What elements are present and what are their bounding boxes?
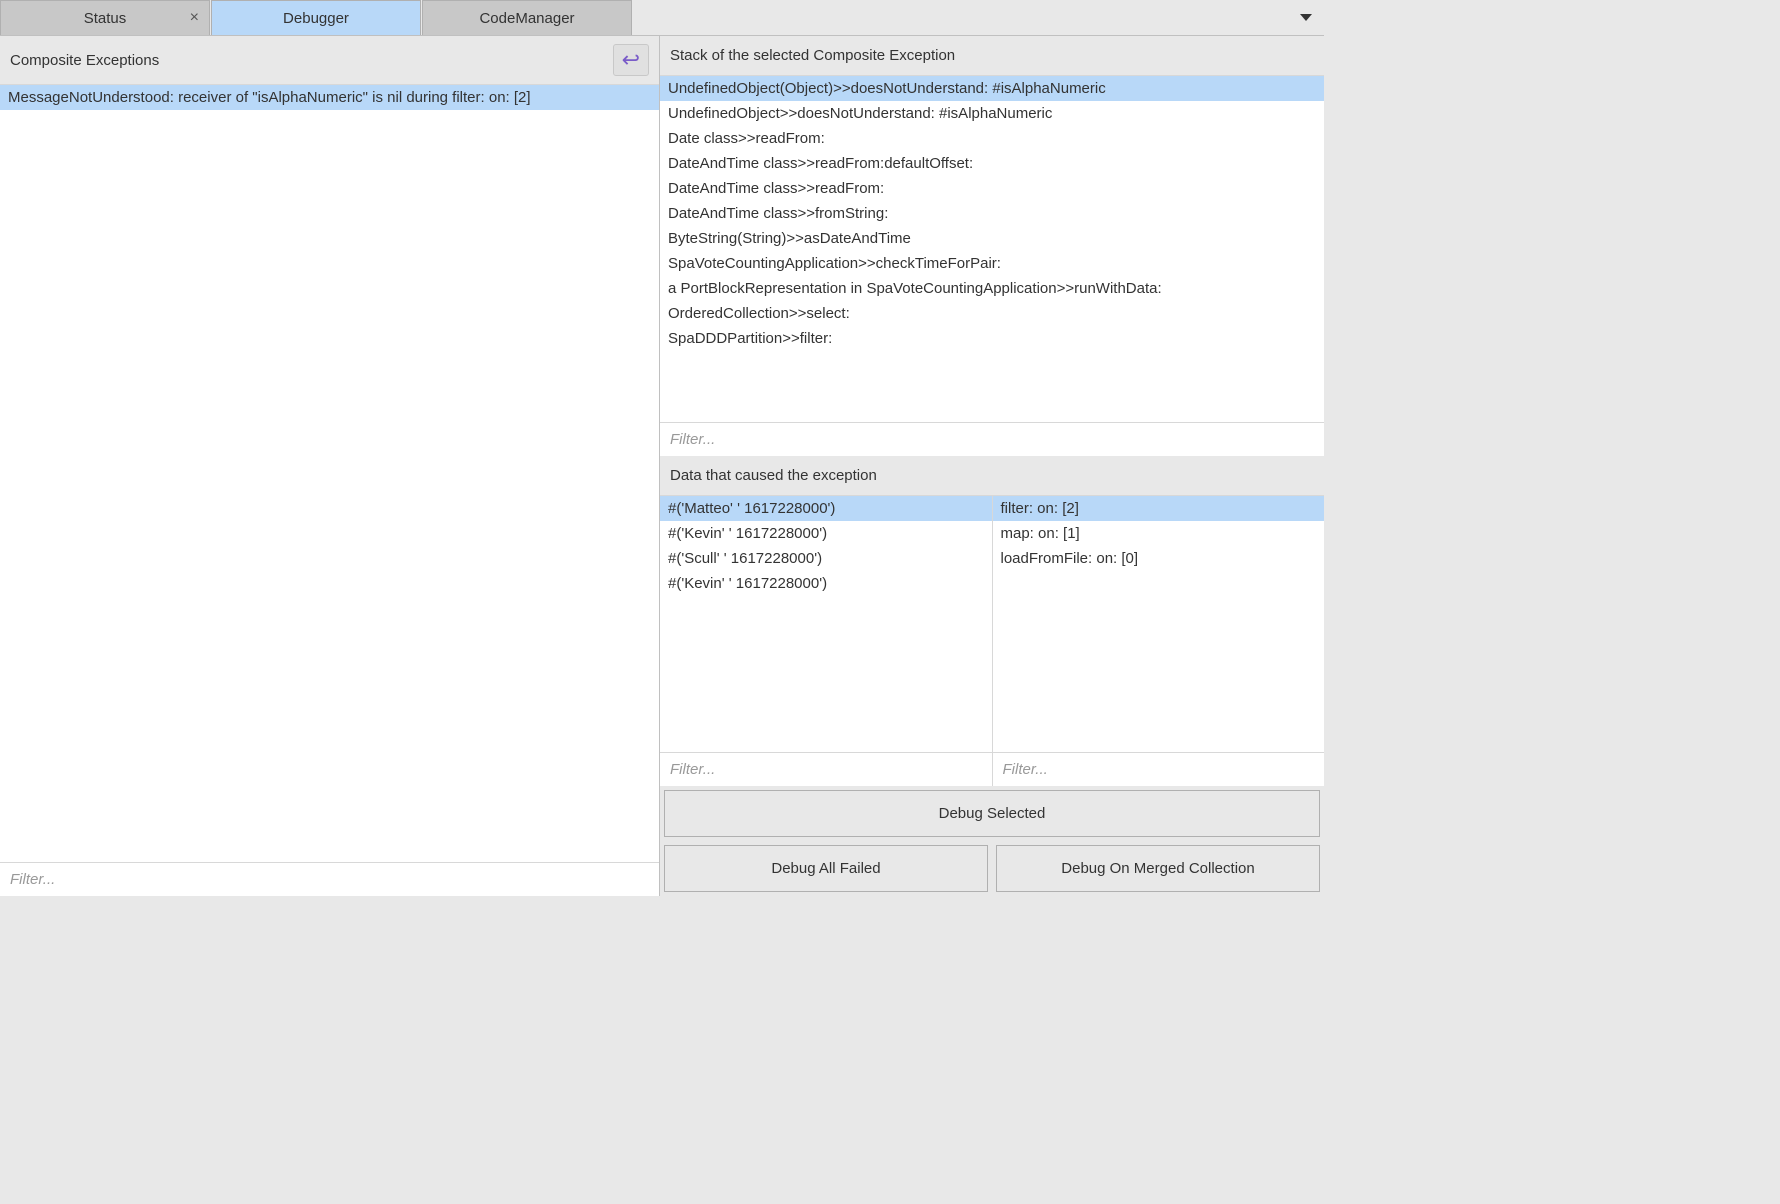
list-item[interactable]: DateAndTime class>>readFrom:defaultOffse…: [660, 151, 1324, 176]
list-item[interactable]: DateAndTime class>>fromString:: [660, 201, 1324, 226]
list-item[interactable]: MessageNotUnderstood: receiver of "isAlp…: [0, 85, 659, 110]
tab-codemanager[interactable]: CodeManager: [422, 0, 632, 35]
list-item[interactable]: ByteString(String)>>asDateAndTime: [660, 226, 1324, 251]
tab-status[interactable]: Status ×: [0, 0, 210, 35]
list-item[interactable]: SpaDDDPartition>>filter:: [660, 326, 1324, 351]
back-icon[interactable]: ↩: [613, 44, 649, 76]
list-item[interactable]: SpaVoteCountingApplication>>checkTimeFor…: [660, 251, 1324, 276]
panel-title: Data that caused the exception: [670, 467, 877, 484]
panel-header: Stack of the selected Composite Exceptio…: [660, 36, 1324, 76]
tabs-menu-button[interactable]: [1300, 0, 1324, 35]
exceptions-list: MessageNotUnderstood: receiver of "isAlp…: [0, 85, 659, 862]
data-right-column: filter: on: [2] map: on: [1] loadFromFil…: [993, 496, 1325, 786]
list-item[interactable]: OrderedCollection>>select:: [660, 301, 1324, 326]
data-section: Data that caused the exception #('Matteo…: [660, 456, 1324, 786]
stack-section: Stack of the selected Composite Exceptio…: [660, 36, 1324, 456]
list-item[interactable]: loadFromFile: on: [0]: [993, 546, 1325, 571]
list-item[interactable]: filter: on: [2]: [993, 496, 1325, 521]
list-item[interactable]: Date class>>readFrom:: [660, 126, 1324, 151]
list-item[interactable]: #('Kevin' ' 1617228000'): [660, 521, 992, 546]
list-item[interactable]: DateAndTime class>>readFrom:: [660, 176, 1324, 201]
close-icon[interactable]: ×: [190, 9, 199, 27]
data-left-column: #('Matteo' ' 1617228000') #('Kevin' ' 16…: [660, 496, 993, 786]
panel-header: Data that caused the exception: [660, 456, 1324, 496]
filter-input[interactable]: [660, 752, 992, 786]
filter-input[interactable]: [993, 752, 1325, 786]
list-item[interactable]: #('Kevin' ' 1617228000'): [660, 571, 992, 596]
filter-input[interactable]: [660, 422, 1324, 456]
list-item[interactable]: #('Matteo' ' 1617228000'): [660, 496, 992, 521]
filter-input[interactable]: [0, 862, 659, 896]
list-item[interactable]: UndefinedObject>>doesNotUnderstand: #isA…: [660, 101, 1324, 126]
list-item[interactable]: UndefinedObject(Object)>>doesNotUndersta…: [660, 76, 1324, 101]
panel-header: Composite Exceptions ↩: [0, 36, 659, 85]
list-item[interactable]: map: on: [1]: [993, 521, 1325, 546]
chevron-down-icon: [1300, 14, 1312, 21]
debug-merged-button[interactable]: Debug On Merged Collection: [996, 845, 1320, 892]
list-item[interactable]: #('Scull' ' 1617228000'): [660, 546, 992, 571]
panel-title: Composite Exceptions: [10, 52, 159, 69]
right-panel: Stack of the selected Composite Exceptio…: [660, 36, 1324, 896]
buttons-section: Debug Selected Debug All Failed Debug On…: [660, 786, 1324, 896]
debug-selected-button[interactable]: Debug Selected: [664, 790, 1320, 837]
tabs-bar: Status × Debugger CodeManager: [0, 0, 1324, 36]
panel-title: Stack of the selected Composite Exceptio…: [670, 47, 955, 64]
list-item[interactable]: a PortBlockRepresentation in SpaVoteCoun…: [660, 276, 1324, 301]
debug-all-failed-button[interactable]: Debug All Failed: [664, 845, 988, 892]
data-right-list: filter: on: [2] map: on: [1] loadFromFil…: [993, 496, 1325, 752]
data-left-list: #('Matteo' ' 1617228000') #('Kevin' ' 16…: [660, 496, 992, 752]
tab-debugger[interactable]: Debugger: [211, 0, 421, 35]
tab-label: Debugger: [283, 10, 349, 27]
stack-list: UndefinedObject(Object)>>doesNotUndersta…: [660, 76, 1324, 422]
composite-exceptions-panel: Composite Exceptions ↩ MessageNotUnderst…: [0, 36, 660, 896]
tab-label: Status: [84, 10, 127, 27]
tab-label: CodeManager: [479, 10, 574, 27]
